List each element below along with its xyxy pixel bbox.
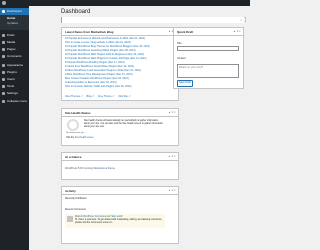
footer-link[interactable]: Visit Site ↗ (118, 95, 130, 98)
sidebar-item-dashboard[interactable]: Dashboard (0, 8, 29, 15)
news-widget: Latest News from Markethub Blog ▲▼▾ 10 P… (61, 27, 179, 101)
widget-title: Site Health Status (65, 111, 91, 115)
sidebar-item-tools[interactable]: Tools (0, 83, 29, 90)
avatar (67, 216, 73, 222)
dashboard-icon (2, 10, 5, 13)
update-notice: WordPress 6.x.x is available! Please upd… (61, 17, 244, 31)
sidebar-item-pages[interactable]: Pages (0, 46, 29, 53)
widget-title: Activity (65, 189, 76, 193)
wrench-icon (2, 85, 5, 88)
settings-icon (2, 92, 5, 95)
glance-version-line: WordPress 5.8.3 running Marketpress them… (65, 167, 115, 170)
sidebar-item-media[interactable]: Media (0, 39, 29, 46)
dashboard-submenu: Home Updates (0, 15, 29, 30)
sidebar-item-posts[interactable]: Posts (0, 32, 29, 39)
sidebar-item-label: Posts (7, 33, 15, 37)
health-description: Site health checks will automatically ru… (84, 120, 163, 129)
at-a-glance-widget: At a Glance ▲▼▾ WordPress 5.8.3 running … (61, 152, 179, 180)
page-title: Dashboard (61, 9, 91, 15)
sidebar-item-label: Dashboard (7, 9, 22, 13)
comment-row: From A WordPress Commenter on Hello worl… (65, 214, 165, 228)
news-link[interactable]: How to Increase Website Traffic with Plu… (65, 85, 165, 89)
glance-version-text: WordPress 5.8.3 running (65, 167, 94, 170)
sidebar-item-label: Media (7, 40, 16, 44)
collapse-icon (2, 100, 5, 103)
widget-title: Quick Draft (177, 30, 194, 34)
widget-controls[interactable]: ▲▼▾ (168, 155, 176, 158)
widget-controls[interactable]: ▲▼▾ (168, 111, 176, 114)
page-icon (2, 48, 5, 51)
footer-link[interactable]: Free Theme ↗ (98, 95, 114, 98)
sidebar-item-label: Collapse menu (7, 99, 28, 103)
media-icon (2, 41, 5, 44)
admin-bar (0, 0, 250, 6)
pin-icon (2, 34, 5, 37)
recent-comments-heading: Recent Comments (65, 208, 86, 211)
wordpress-logo-icon[interactable] (2, 1, 6, 5)
comment-author-link[interactable]: A WordPress Commenter (81, 216, 107, 218)
sidebar-item-label: Settings (7, 91, 18, 95)
submenu-item-home[interactable]: Home (7, 16, 15, 20)
content-textarea[interactable]: What's on your mind? (177, 64, 239, 78)
users-icon (2, 78, 5, 81)
site-health-widget: Site Health Status ▲▼▾ No information ye… (61, 108, 179, 146)
news-footer-links: View Themes ↗ Blog ↗ Free Theme ↗ Visit … (65, 95, 134, 98)
glance-suffix: theme. (107, 167, 116, 170)
sidebar-item-label: Plugins (7, 70, 17, 74)
save-draft-button[interactable]: Save Draft (177, 80, 193, 87)
health-link-prefix: Visit the (66, 137, 75, 139)
sidebar-item-label: Users (7, 77, 15, 81)
sidebar-item-comments[interactable]: Comments (0, 53, 29, 60)
widget-controls[interactable]: ▲▼▾ (233, 30, 241, 33)
admin-sidebar: Dashboard Home Updates Posts Media Pages… (0, 6, 29, 250)
footer-link[interactable]: Blog ↗ (87, 95, 95, 98)
brush-icon (2, 64, 5, 67)
news-list: 10 Popular Ecommerce Website and Busines… (65, 37, 165, 89)
health-link-line: Visit the Site Health screen (66, 137, 166, 139)
theme-link[interactable]: Marketpress (93, 167, 107, 170)
sidebar-item-label: Pages (7, 47, 16, 51)
content-label: Content (177, 57, 186, 60)
recently-published-heading: Recently Published (65, 197, 87, 200)
title-label: Title (177, 42, 182, 45)
comment-text: From A WordPress Commenter on Hello worl… (75, 216, 163, 225)
comment-post-link[interactable]: Hello world! (111, 216, 123, 218)
sidebar-item-users[interactable]: Users (0, 76, 29, 83)
sidebar-item-label: Comments (7, 54, 22, 58)
sidebar-item-appearance[interactable]: Appearance (0, 62, 29, 69)
sidebar-item-plugins[interactable]: Plugins (0, 69, 29, 76)
comment-body: Hi, this is a comment. To get started wi… (75, 219, 163, 224)
sidebar-item-label: Appearance (7, 63, 24, 67)
widget-header (62, 187, 178, 195)
dismiss-icon[interactable]: × (237, 17, 242, 23)
site-health-link[interactable]: Site Health screen (75, 137, 94, 139)
widget-title: At a Glance (65, 155, 82, 159)
sidebar-item-settings[interactable]: Settings (0, 90, 29, 97)
activity-widget: Activity ▲▼▾ Recently Published Recent C… (61, 186, 179, 244)
widget-title: Latest News from Markethub Blog (65, 30, 114, 34)
sidebar-item-label: Tools (7, 84, 15, 88)
health-status-label: No information yet... (66, 132, 86, 134)
footer-link[interactable]: View Themes ↗ (65, 95, 83, 98)
plugin-icon (2, 71, 5, 74)
comment-icon (2, 55, 5, 58)
title-input[interactable] (177, 46, 239, 51)
widget-controls[interactable]: ▲▼▾ (168, 189, 176, 192)
submenu-item-updates[interactable]: Updates (7, 21, 18, 25)
health-ring-icon (67, 119, 79, 131)
collapse-menu-button[interactable]: Collapse menu (0, 98, 29, 105)
quick-draft-widget: Quick Draft ▲▼▾ Title Content What's on … (173, 27, 244, 89)
